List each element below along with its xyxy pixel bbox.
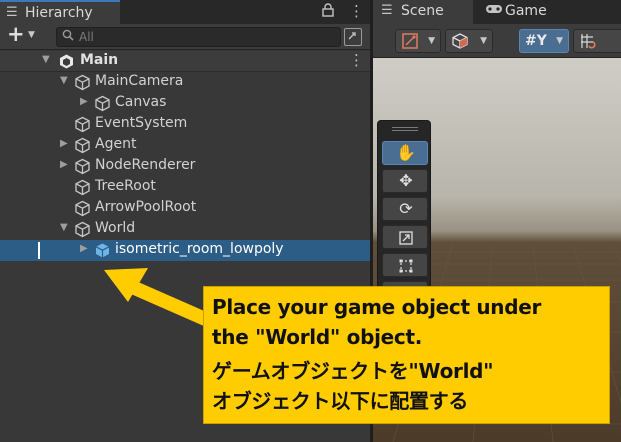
chevron-down-icon: ▼ xyxy=(480,36,487,46)
hierarchy-item-label: Agent xyxy=(95,136,137,152)
collapse-arrow-icon[interactable]: ▶ xyxy=(60,159,68,170)
hierarchy-item[interactable]: ▶ isometric_room_lowpoly xyxy=(0,240,370,261)
hand-tool-button[interactable]: ✋ xyxy=(382,141,428,165)
search-input[interactable]: All xyxy=(56,27,341,47)
scene-grid-icon: ☰ xyxy=(381,3,393,18)
move-tool-button[interactable]: ✥ xyxy=(382,169,428,193)
chevron-down-icon: ▼ xyxy=(428,36,435,46)
hierarchy-item-label: ArrowPoolRoot xyxy=(95,199,197,215)
hierarchy-item-label: TreeRoot xyxy=(95,178,156,194)
hierarchy-item[interactable]: ▼ World xyxy=(0,219,370,240)
hierarchy-item[interactable]: ▶ Agent xyxy=(0,135,370,156)
gameobject-cube-icon xyxy=(74,179,91,196)
hierarchy-item-label: World xyxy=(95,220,136,236)
expand-arrow-icon[interactable]: ▼ xyxy=(42,54,50,65)
gameobject-cube-icon xyxy=(74,158,91,175)
collapse-arrow-icon[interactable]: ▶ xyxy=(80,243,88,254)
hierarchy-item-label: EventSystem xyxy=(95,115,188,131)
hierarchy-item-label: Canvas xyxy=(115,94,167,110)
draw-mode-icon xyxy=(401,32,419,54)
gameobject-cube-icon xyxy=(74,221,91,238)
gameobject-cube-icon xyxy=(74,137,91,154)
shaded-cube-icon xyxy=(451,32,469,54)
kebab-menu-icon[interactable]: ⋮ xyxy=(349,51,364,69)
search-scope-icon[interactable] xyxy=(344,28,362,46)
gameobject-cube-icon xyxy=(74,74,91,91)
search-icon xyxy=(62,29,74,44)
hierarchy-item[interactable]: ▶ NodeRenderer xyxy=(0,156,370,177)
collapse-arrow-icon[interactable]: ▶ xyxy=(80,96,88,107)
rect-transform-icon xyxy=(383,255,429,278)
gameobject-cube-icon xyxy=(74,116,91,133)
hand-icon: ✋ xyxy=(396,143,416,162)
tab-hierarchy[interactable]: ☰ Hierarchy xyxy=(0,0,120,24)
rotate-icon: ⟳ xyxy=(399,199,413,218)
grid-snap-toggle[interactable]: #Y ▼ xyxy=(519,29,569,53)
game-tab-label: Game xyxy=(505,3,547,19)
scale-tool-button[interactable] xyxy=(382,225,428,249)
callout-line-4: オブジェクト以下に配置する xyxy=(212,389,469,413)
selection-caret xyxy=(38,242,40,259)
gameobject-cube-icon xyxy=(74,200,91,217)
rect-tool-button[interactable] xyxy=(382,253,428,277)
grid-y-icon: #Y xyxy=(525,33,547,49)
overlay-grip[interactable] xyxy=(392,127,418,131)
hierarchy-tab-bar: ☰ Hierarchy ⋮ xyxy=(0,0,370,24)
unity-logo-icon xyxy=(58,53,75,70)
snap-settings-dropdown[interactable] xyxy=(573,29,621,53)
move-arrows-icon: ✥ xyxy=(399,171,413,190)
list-icon: ☰ xyxy=(6,5,18,20)
kebab-menu-icon[interactable]: ⋮ xyxy=(349,2,364,20)
lock-icon[interactable] xyxy=(322,3,334,21)
tab-scene[interactable]: ☰ Scene xyxy=(373,0,473,24)
scene-row-main[interactable]: ▼ Main ⋮ xyxy=(0,51,370,72)
chevron-down-icon: ▼ xyxy=(28,30,35,40)
search-placeholder: All xyxy=(79,30,94,44)
hierarchy-item-label: isometric_room_lowpoly xyxy=(115,241,284,257)
gamepad-icon xyxy=(485,3,503,19)
chevron-down-icon: ▼ xyxy=(556,36,563,46)
expand-arrow-icon[interactable]: ▼ xyxy=(60,222,68,233)
scale-icon xyxy=(383,227,429,250)
callout-line-2: the "World" object. xyxy=(212,325,423,349)
snap-increment-icon xyxy=(579,32,599,54)
hierarchy-toolbar: + ▼ All xyxy=(0,22,370,50)
prefab-cube-icon xyxy=(94,242,111,259)
create-button[interactable]: + ▼ xyxy=(4,22,42,47)
draw-mode-dropdown[interactable]: ▼ xyxy=(395,29,441,53)
hierarchy-item[interactable]: ArrowPoolRoot xyxy=(0,198,370,219)
hierarchy-tab-label: Hierarchy xyxy=(25,5,93,21)
scene-name: Main xyxy=(80,52,119,68)
scene-tab-bar: ☰ Scene Game xyxy=(373,0,621,24)
hierarchy-item[interactable]: TreeRoot xyxy=(0,177,370,198)
render-mode-dropdown[interactable]: ▼ xyxy=(445,29,493,53)
plus-icon: + xyxy=(7,22,25,46)
scene-tab-label: Scene xyxy=(401,3,444,19)
callout-line-1: Place your game object under xyxy=(212,295,542,319)
tab-game[interactable]: Game xyxy=(477,0,567,24)
expand-arrow-icon[interactable]: ▼ xyxy=(60,75,68,86)
scene-toolbar: ▼ ▼ #Y ▼ xyxy=(373,24,621,58)
collapse-arrow-icon[interactable]: ▶ xyxy=(60,138,68,149)
instruction-callout: Place your game object under the "World"… xyxy=(203,286,610,424)
hierarchy-item[interactable]: ▼ MainCamera xyxy=(0,72,370,93)
hierarchy-item[interactable]: EventSystem xyxy=(0,114,370,135)
hierarchy-item-label: NodeRenderer xyxy=(95,157,196,173)
hierarchy-item[interactable]: ▶ Canvas xyxy=(0,93,370,114)
rotate-tool-button[interactable]: ⟳ xyxy=(382,197,428,221)
callout-line-3: ゲームオブジェクトを"World" xyxy=(212,359,494,383)
gameobject-cube-icon xyxy=(94,95,111,112)
hierarchy-item-label: MainCamera xyxy=(95,73,184,89)
